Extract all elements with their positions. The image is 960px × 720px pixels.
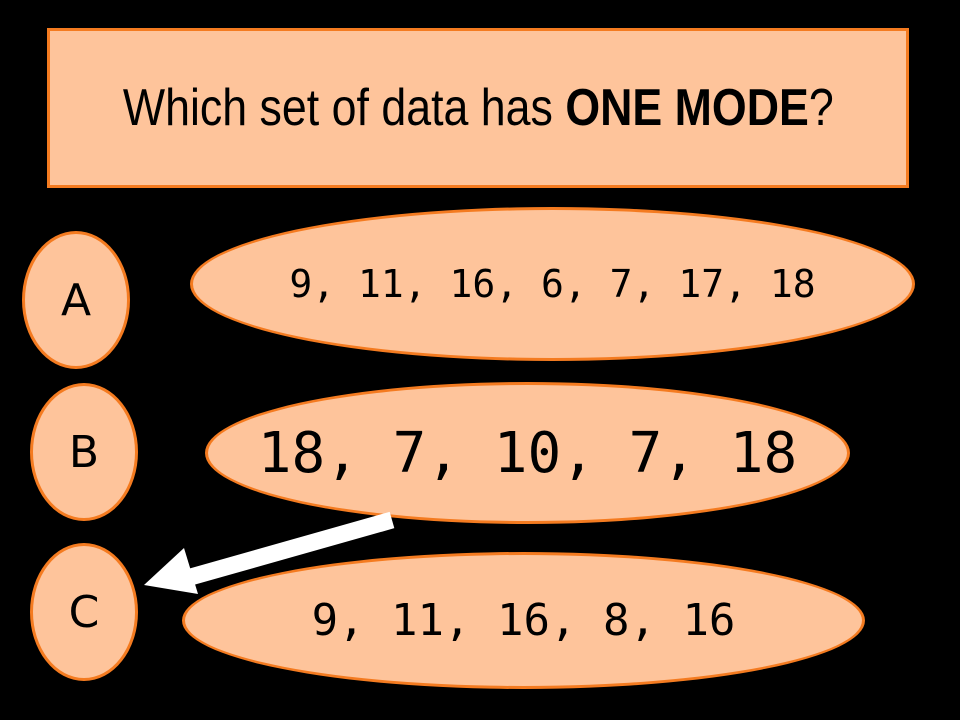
option-c-data[interactable]: 9, 11, 16, 8, 16 bbox=[182, 552, 865, 689]
option-b-letter[interactable]: B bbox=[30, 383, 138, 521]
question-emphasis: ONE MODE bbox=[565, 79, 809, 137]
option-c-letter[interactable]: C bbox=[30, 543, 138, 681]
question-suffix: ? bbox=[808, 79, 834, 137]
arrow-head bbox=[144, 548, 198, 594]
question-prefix: Which set of data has bbox=[122, 79, 566, 137]
option-b-data[interactable]: 18, 7, 10, 7, 18 bbox=[205, 382, 850, 524]
option-a-letter[interactable]: A bbox=[22, 231, 130, 369]
option-a-data[interactable]: 9, 11, 16, 6, 7, 17, 18 bbox=[190, 207, 915, 361]
question-text: Which set of data has ONE MODE? bbox=[123, 78, 834, 138]
question-box: Which set of data has ONE MODE? bbox=[47, 28, 909, 188]
